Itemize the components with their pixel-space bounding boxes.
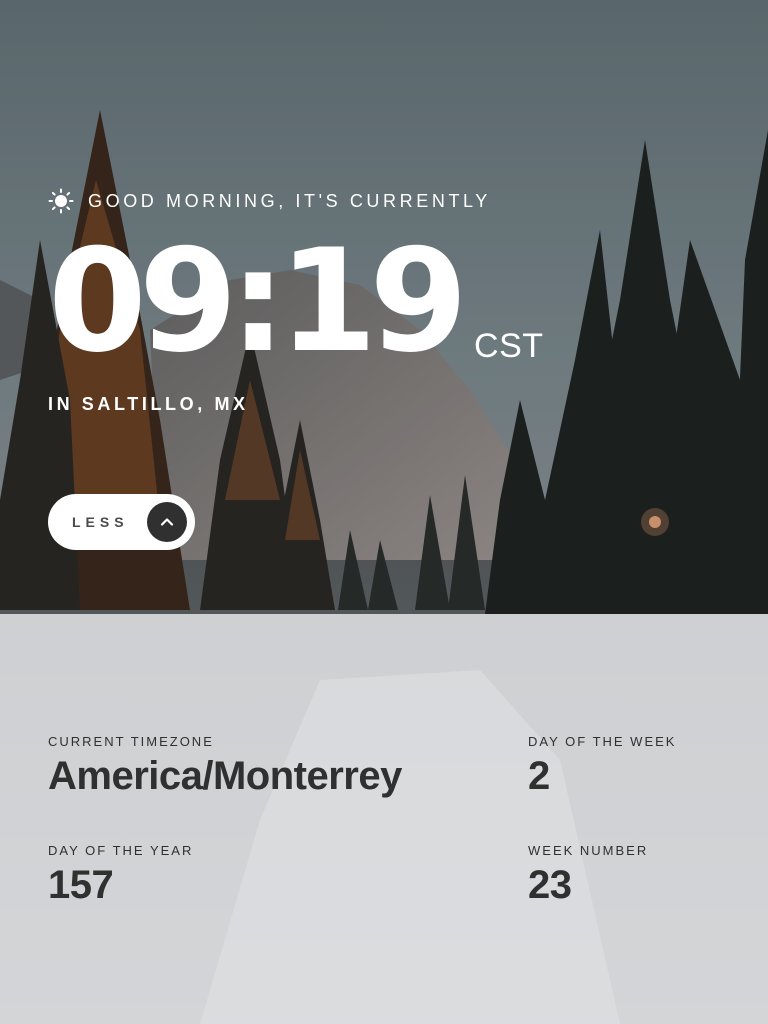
day-of-week-block: DAY OF THE WEEK 2 <box>528 734 676 800</box>
day-of-year-value: 157 <box>48 863 114 907</box>
day-of-year-block: DAY OF THE YEAR 157 <box>48 843 193 909</box>
time-display: 09:19 CST <box>48 219 544 384</box>
current-time: 09:19 <box>48 219 468 384</box>
current-timezone-block: CURRENT TIMEZONE America/Monterrey <box>48 734 402 800</box>
less-button[interactable]: LESS <box>48 494 195 550</box>
location: IN SALTILLO, MX <box>48 394 249 414</box>
week-number-block: WEEK NUMBER 23 <box>528 843 648 909</box>
less-button-label: LESS <box>72 514 129 530</box>
chevron-up-icon[interactable] <box>147 502 187 542</box>
current-timezone-value: America/Monterrey <box>48 754 402 798</box>
details-panel: CURRENT TIMEZONE America/Monterrey DAY O… <box>0 614 768 1024</box>
week-number-label: WEEK NUMBER <box>528 843 649 858</box>
timezone-abbreviation: CST <box>474 327 544 365</box>
sun-icon <box>48 188 74 214</box>
day-of-year-label: DAY OF THE YEAR <box>48 843 194 858</box>
greeting: GOOD MORNING, IT'S CURRENTLY <box>48 188 491 214</box>
clock-app-screen: GOOD MORNING, IT'S CURRENTLY 09:19 CST I… <box>0 0 768 1024</box>
current-timezone-label: CURRENT TIMEZONE <box>48 734 214 749</box>
day-of-week-label: DAY OF THE WEEK <box>528 734 677 749</box>
week-number-value: 23 <box>528 863 572 907</box>
greeting-text: GOOD MORNING, IT'S CURRENTLY <box>88 190 491 211</box>
day-of-week-value: 2 <box>528 754 550 798</box>
